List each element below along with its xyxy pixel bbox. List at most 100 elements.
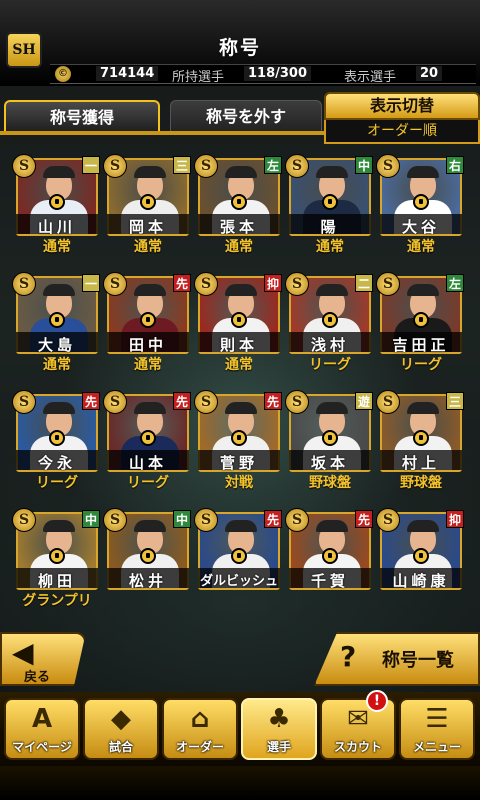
player-name: 山川 (37, 218, 76, 236)
rank-s-badge: S (194, 390, 218, 414)
lock-icon (322, 430, 338, 446)
nav-label: マイページ (12, 740, 72, 754)
nav-label: オーダー (175, 740, 224, 754)
rank-s-badge: S (103, 390, 127, 414)
position-badge: 中 (355, 156, 373, 174)
tab-acquire-title[interactable]: 称号獲得 (4, 100, 160, 132)
player-name: 岡本 (128, 218, 167, 236)
lock-icon (140, 430, 156, 446)
player-name: 吉田正 (392, 336, 450, 354)
lock-icon (231, 312, 247, 328)
position-badge: 先 (82, 392, 100, 410)
lock-icon (140, 548, 156, 564)
display-switch-button[interactable]: 表示切替 オーダー順 (324, 92, 480, 152)
position-badge: 中 (173, 510, 191, 528)
position-badge: 先 (173, 392, 191, 410)
position-badge: 三 (446, 392, 464, 410)
lock-icon (49, 548, 65, 564)
position-badge: 先 (264, 510, 282, 528)
player-name: 松井 (128, 572, 167, 590)
tab-remove-title[interactable]: 称号を外す (170, 100, 322, 132)
player-cap (134, 402, 166, 414)
title-rarity: 対戦 (225, 475, 253, 491)
lock-icon (413, 312, 429, 328)
title-rarity: 通常 (134, 357, 162, 373)
title-rarity: 通常 (43, 239, 71, 255)
player-card[interactable]: 山崎康 抑 S (376, 504, 466, 609)
lock-icon (231, 548, 247, 564)
lock-icon (231, 430, 247, 446)
player-cap (43, 284, 75, 296)
player-card[interactable]: 大谷 通常 右 S (376, 150, 466, 255)
player-cap (407, 284, 439, 296)
player-name: 山本 (128, 454, 167, 472)
title-rarity: リーグ (36, 475, 78, 491)
position-badge: 右 (446, 156, 464, 174)
player-card[interactable]: 吉田正 リーグ 左 S (376, 268, 466, 373)
position-badge: 二 (355, 274, 373, 292)
rank-s-badge: S (376, 272, 400, 296)
player-cap (407, 402, 439, 414)
player-name: 柳田 (37, 572, 76, 590)
player-card[interactable]: 村上 野球盤 三 S (376, 386, 466, 491)
player-card[interactable]: 山川 通常 一 S (12, 150, 102, 255)
player-card[interactable]: 柳田 グランプリ 中 S (12, 504, 102, 609)
diamond-icon: ◆ (111, 704, 131, 734)
player-name: 村上 (401, 454, 440, 472)
lock-icon (322, 194, 338, 210)
title-list-label: 称号一覧 (382, 650, 454, 671)
player-card[interactable]: ダルビッシュ 先 S (194, 504, 284, 609)
player-cap (407, 520, 439, 532)
title-rarity: 通常 (407, 239, 435, 255)
rank-s-badge: S (12, 272, 36, 296)
rank-s-badge: S (376, 154, 400, 178)
lock-icon (322, 548, 338, 564)
player-card[interactable]: 松井 中 S (103, 504, 193, 609)
rank-s-badge: S (376, 508, 400, 532)
player-cap (225, 284, 257, 296)
position-badge: 先 (264, 392, 282, 410)
player-card[interactable]: 菅野 対戦 先 S (194, 386, 284, 491)
player-name: 則本 (219, 336, 258, 354)
player-cap (43, 520, 75, 532)
title-rarity: 野球盤 (400, 475, 442, 491)
position-badge: 抑 (264, 274, 282, 292)
player-name: 田中 (128, 336, 167, 354)
player-card[interactable]: 今永 リーグ 先 S (12, 386, 102, 491)
player-card[interactable]: 大島 通常 一 S (12, 268, 102, 373)
player-cap (134, 166, 166, 178)
player-card[interactable]: 坂本 野球盤 遊 S (285, 386, 375, 491)
player-card[interactable]: 陽通常 中 S (285, 150, 375, 255)
title-rarity: 通常 (225, 357, 253, 373)
player-card[interactable]: 浅村 リーグ 二 S (285, 268, 375, 373)
player-name: 坂本 (310, 454, 349, 472)
player-icon: ♣ (267, 704, 291, 734)
position-badge: 先 (355, 510, 373, 528)
player-card-grid: 山川 通常一 S 岡本 通常三 S 張本 通常左 S 陽通常中 S 大谷 通常右 S 大島 通常一 S 田中 通常先… (0, 150, 480, 620)
player-cap (134, 284, 166, 296)
title-rarity: リーグ (309, 357, 351, 373)
rank-s-badge: S (194, 272, 218, 296)
player-card[interactable]: 山本 リーグ 先 S (103, 386, 193, 491)
player-cap (43, 166, 75, 178)
position-badge: 先 (173, 274, 191, 292)
rank-s-badge: S (194, 154, 218, 178)
player-card[interactable]: 張本 通常 左 S (194, 150, 284, 255)
nav-label: スカウト (333, 740, 382, 754)
player-card[interactable]: 則本通常 抑 S (194, 268, 284, 373)
title-rarity: 通常 (316, 239, 344, 255)
lock-icon (49, 430, 65, 446)
title-rarity: 通常 (134, 239, 162, 255)
rank-s-badge: S (12, 154, 36, 178)
lock-icon (140, 194, 156, 210)
nav-floor (0, 766, 480, 800)
player-card[interactable]: 岡本 通常 三 S (103, 150, 193, 255)
field-icon: ⌂ (190, 704, 210, 734)
player-card[interactable]: 千賀 先 S (285, 504, 375, 609)
title-rarity: グランプリ (22, 593, 92, 609)
back-label: 戻る (24, 670, 51, 685)
player-card[interactable]: 田中 通常 先 S (103, 268, 193, 373)
nav-label: 選手 (266, 740, 291, 754)
rank-s-badge: S (103, 508, 127, 532)
lock-icon (140, 312, 156, 328)
